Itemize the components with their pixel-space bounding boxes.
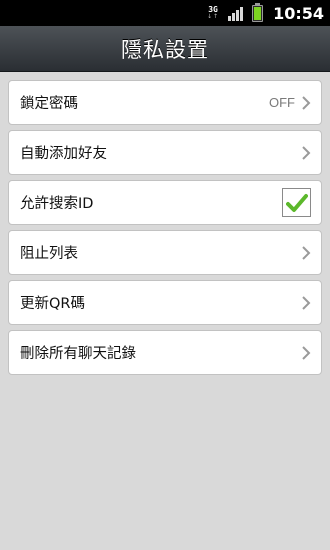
setting-delete-all-chats[interactable]: 刪除所有聊天記錄 (8, 330, 322, 375)
chevron-right-icon (302, 345, 311, 360)
chevron-right-icon (302, 245, 311, 260)
network-indicator: 3G ↓↑ (207, 6, 219, 20)
setting-auto-add-friends[interactable]: 自動添加好友 (8, 130, 322, 175)
signal-bars-icon (227, 6, 244, 21)
title-bar: 隱私設置 (0, 26, 330, 72)
allow-search-checkbox[interactable] (282, 188, 311, 217)
page-title: 隱私設置 (121, 37, 209, 62)
setting-lock-password[interactable]: 鎖定密碼 OFF (8, 80, 322, 125)
setting-value: OFF (269, 95, 295, 110)
checkmark-icon (285, 193, 308, 212)
setting-label: 更新QR碼 (20, 296, 85, 312)
setting-label: 刪除所有聊天記錄 (20, 346, 136, 362)
setting-block-list[interactable]: 阻止列表 (8, 230, 322, 275)
chevron-right-icon (302, 95, 311, 110)
setting-update-qr-code[interactable]: 更新QR碼 (8, 280, 322, 325)
setting-label: 自動添加好友 (20, 146, 107, 162)
status-clock: 10:54 (273, 3, 324, 23)
chevron-right-icon (302, 295, 311, 310)
setting-label: 阻止列表 (20, 246, 78, 262)
status-bar: 3G ↓↑ 10:54 (0, 0, 330, 26)
battery-icon (252, 2, 264, 22)
setting-label: 允許搜索ID (20, 196, 94, 212)
data-activity-icon: ↓↑ (207, 13, 220, 20)
setting-label: 鎖定密碼 (20, 96, 78, 112)
setting-allow-search-id[interactable]: 允許搜索ID (8, 180, 322, 225)
chevron-right-icon (302, 145, 311, 160)
